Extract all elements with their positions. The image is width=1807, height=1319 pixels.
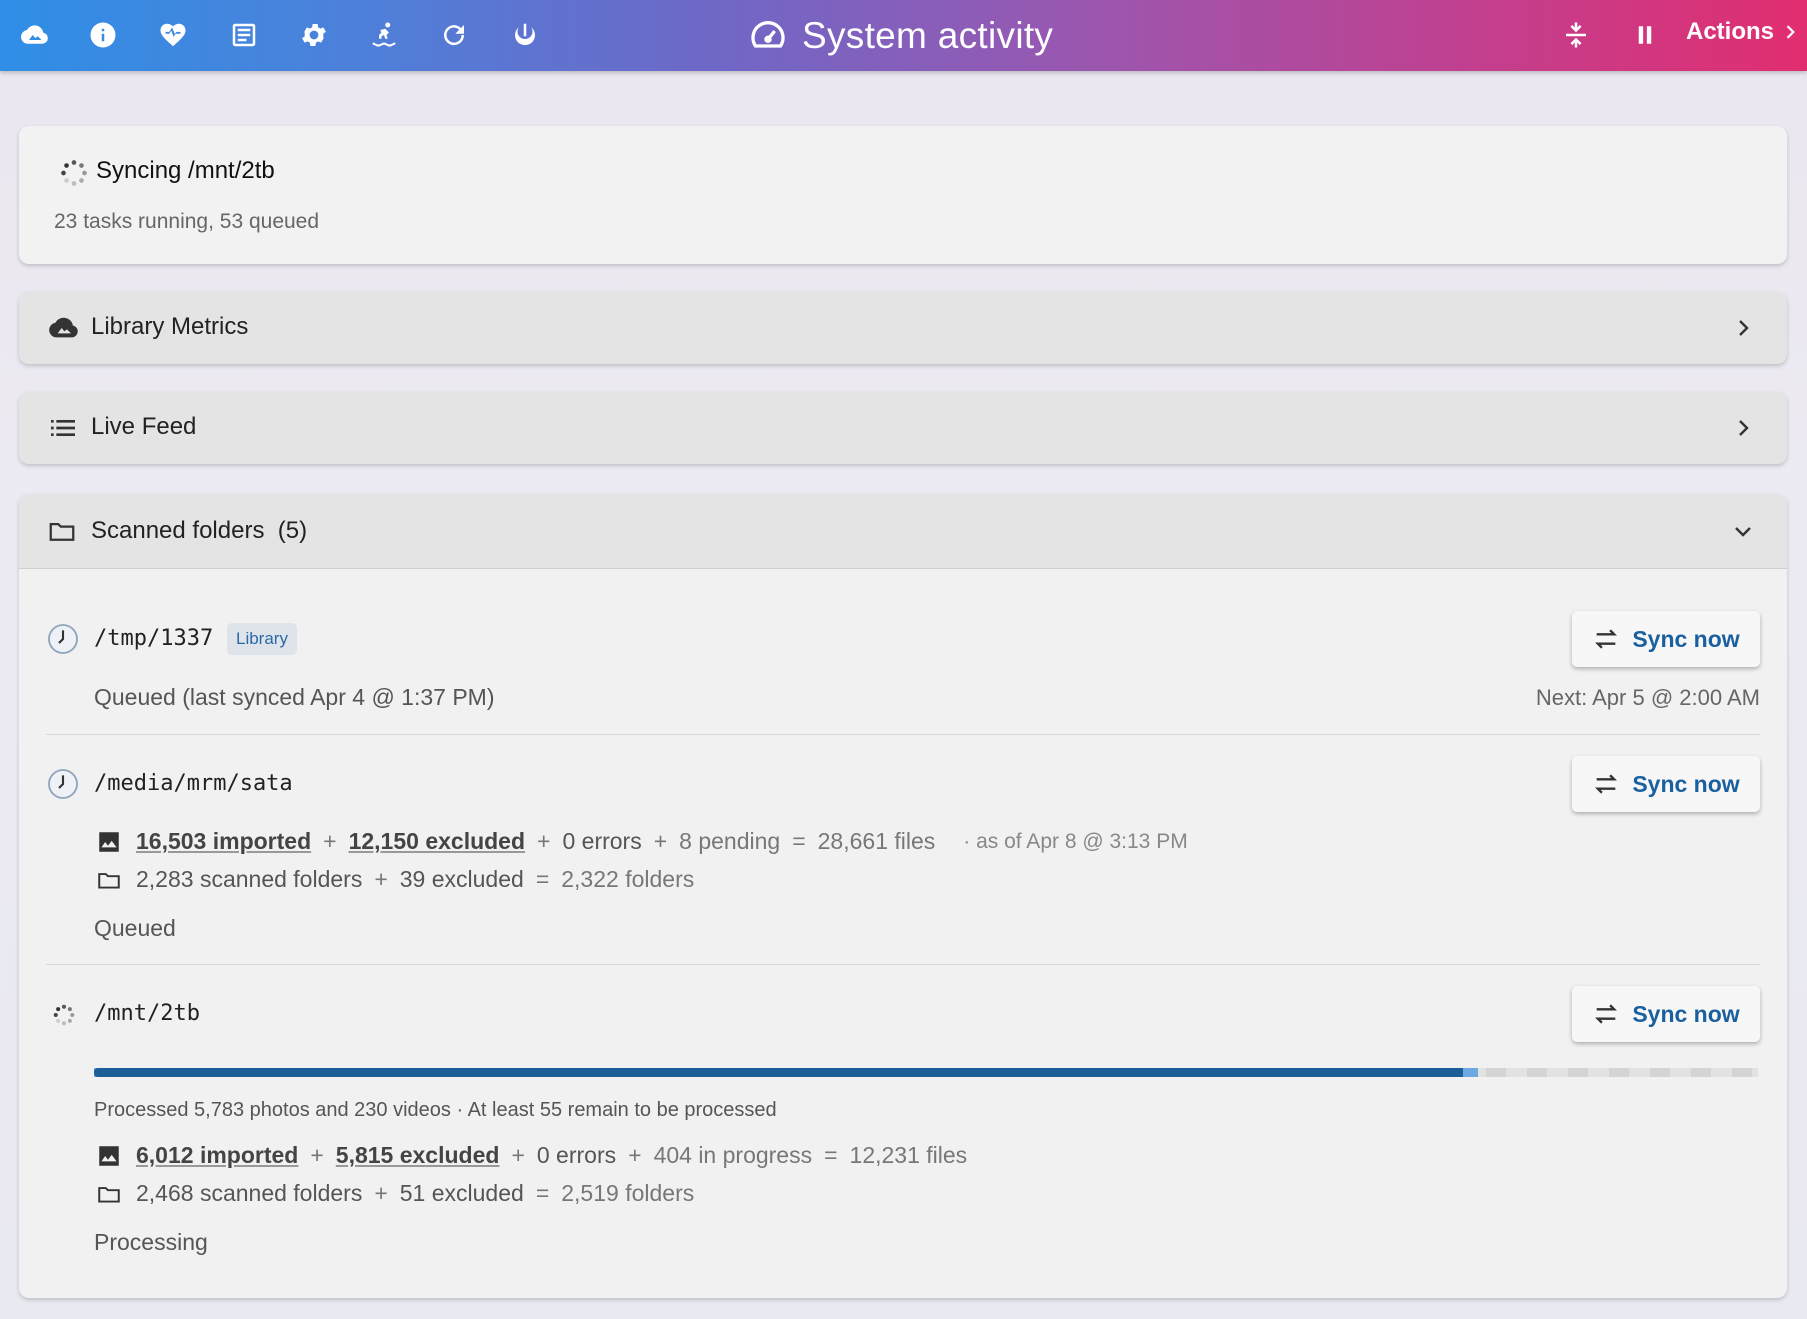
files-total: 12,231 files bbox=[849, 1142, 968, 1168]
image-icon bbox=[99, 831, 119, 852]
folder-path: /mnt/2tb bbox=[94, 1001, 200, 1026]
swap-horiz-icon bbox=[1595, 1004, 1618, 1024]
folder-icon bbox=[49, 523, 75, 541]
page-title: System activity bbox=[748, 0, 1053, 71]
excluded-link[interactable]: 12,150 excluded bbox=[349, 828, 525, 855]
actions-menu-button[interactable]: Actions bbox=[1686, 18, 1800, 46]
in-progress-count: 404 in progress bbox=[653, 1142, 813, 1168]
pause-icon[interactable] bbox=[1625, 15, 1665, 55]
settings-icon[interactable] bbox=[294, 15, 334, 55]
chevron-right-icon bbox=[1739, 320, 1749, 336]
spinner-icon bbox=[61, 160, 87, 186]
clock-icon bbox=[48, 769, 78, 799]
speedometer-icon bbox=[751, 20, 785, 48]
folder-stats: 2,468 scanned folders + 51 excluded = 2,… bbox=[96, 1180, 694, 1207]
row-divider bbox=[46, 734, 1760, 735]
file-stats: 6,012 imported + 5,815 excluded + 0 erro… bbox=[96, 1142, 967, 1169]
page-title-text: System activity bbox=[802, 14, 1054, 56]
compress-icon[interactable] bbox=[1556, 15, 1596, 55]
info-icon[interactable] bbox=[83, 15, 123, 55]
power-icon[interactable] bbox=[505, 15, 545, 55]
chevron-right-icon bbox=[1739, 420, 1749, 436]
swap-horiz-icon bbox=[1595, 629, 1618, 649]
file-stats: 16,503 imported + 12,150 excluded + 0 er… bbox=[96, 828, 1188, 855]
scanned-folders-header[interactable]: Scanned folders (5) bbox=[19, 494, 1787, 569]
scanned-folders-count: 2,283 scanned folders bbox=[136, 866, 363, 892]
sync-now-label: Sync now bbox=[1632, 625, 1740, 652]
excluded-folders-count: 39 excluded bbox=[399, 866, 524, 892]
errors-count: 0 errors bbox=[562, 828, 642, 854]
live-feed-label: Live Feed bbox=[91, 413, 197, 440]
top-app-bar: System activity Actions bbox=[0, 0, 1807, 71]
chevron-down-icon bbox=[1735, 527, 1751, 537]
files-total: 28,661 files bbox=[817, 828, 936, 854]
errors-count: 0 errors bbox=[536, 1142, 617, 1168]
live-feed-panel[interactable]: Live Feed bbox=[19, 392, 1787, 464]
folder-status: Queued bbox=[94, 915, 176, 941]
folder-status: Processing bbox=[94, 1229, 208, 1255]
sync-now-button[interactable]: Sync now bbox=[1572, 756, 1760, 812]
cloud-icon[interactable] bbox=[14, 15, 54, 55]
sync-progress-bar bbox=[94, 1068, 1758, 1077]
sync-now-button[interactable]: Sync now bbox=[1572, 611, 1760, 667]
progress-remaining bbox=[1486, 1068, 1758, 1077]
scanned-folders-count: 2,468 scanned folders bbox=[136, 1180, 363, 1206]
refresh-icon[interactable] bbox=[434, 15, 474, 55]
folder-status: Queued (last synced Apr 4 @ 1:37 PM) bbox=[94, 684, 495, 710]
chevron-right-icon bbox=[1786, 25, 1795, 39]
imported-link[interactable]: 16,503 imported bbox=[136, 828, 311, 855]
library-metrics-label: Library Metrics bbox=[91, 313, 249, 340]
actions-label: Actions bbox=[1686, 18, 1775, 45]
cloud-icon bbox=[49, 317, 78, 338]
next-sync-time: Next: Apr 5 @ 2:00 AM bbox=[1535, 685, 1760, 710]
syncing-status-card bbox=[19, 126, 1787, 264]
sync-now-button[interactable]: Sync now bbox=[1572, 986, 1760, 1042]
folders-total: 2,519 folders bbox=[561, 1180, 695, 1206]
sync-now-label: Sync now bbox=[1632, 770, 1740, 797]
excluded-link[interactable]: 5,815 excluded bbox=[336, 1142, 500, 1169]
scanned-folders-panel: Scanned folders (5) bbox=[19, 494, 1787, 1298]
scanned-folders-label: Scanned folders bbox=[91, 517, 265, 544]
library-badge: Library bbox=[227, 623, 297, 655]
scanned-folders-count: (5) bbox=[277, 517, 308, 544]
heart-pulse-icon[interactable] bbox=[153, 15, 193, 55]
clock-icon bbox=[48, 624, 78, 654]
syncing-title: Syncing /mnt/2tb bbox=[96, 157, 275, 184]
syncing-subtitle: 23 tasks running, 53 queued bbox=[54, 210, 320, 233]
pending-count: 8 pending bbox=[679, 828, 781, 854]
as-of-time: · as of Apr 8 @ 3:13 PM bbox=[963, 829, 1188, 853]
surfer-icon[interactable] bbox=[364, 15, 404, 55]
folders-total: 2,322 folders bbox=[561, 866, 695, 892]
library-metrics-panel[interactable]: Library Metrics bbox=[19, 292, 1787, 364]
swap-horiz-icon bbox=[1595, 774, 1618, 794]
folder-path: /media/mrm/sata bbox=[94, 771, 293, 796]
folder-icon bbox=[98, 1186, 120, 1203]
image-icon bbox=[99, 1145, 119, 1166]
processed-summary: Processed 5,783 photos and 230 videos · … bbox=[94, 1099, 777, 1121]
progress-fill bbox=[94, 1068, 1464, 1077]
imported-link[interactable]: 6,012 imported bbox=[136, 1142, 298, 1169]
folder-stats: 2,283 scanned folders + 39 excluded = 2,… bbox=[96, 866, 694, 893]
spinner-icon bbox=[53, 1004, 75, 1026]
folder-icon bbox=[98, 872, 120, 889]
row-divider bbox=[46, 964, 1760, 965]
log-icon[interactable] bbox=[224, 15, 264, 55]
list-icon bbox=[51, 420, 75, 436]
folder-path: /tmp/1337 bbox=[94, 626, 214, 651]
sync-now-label: Sync now bbox=[1632, 1000, 1740, 1027]
excluded-folders-count: 51 excluded bbox=[399, 1180, 524, 1206]
